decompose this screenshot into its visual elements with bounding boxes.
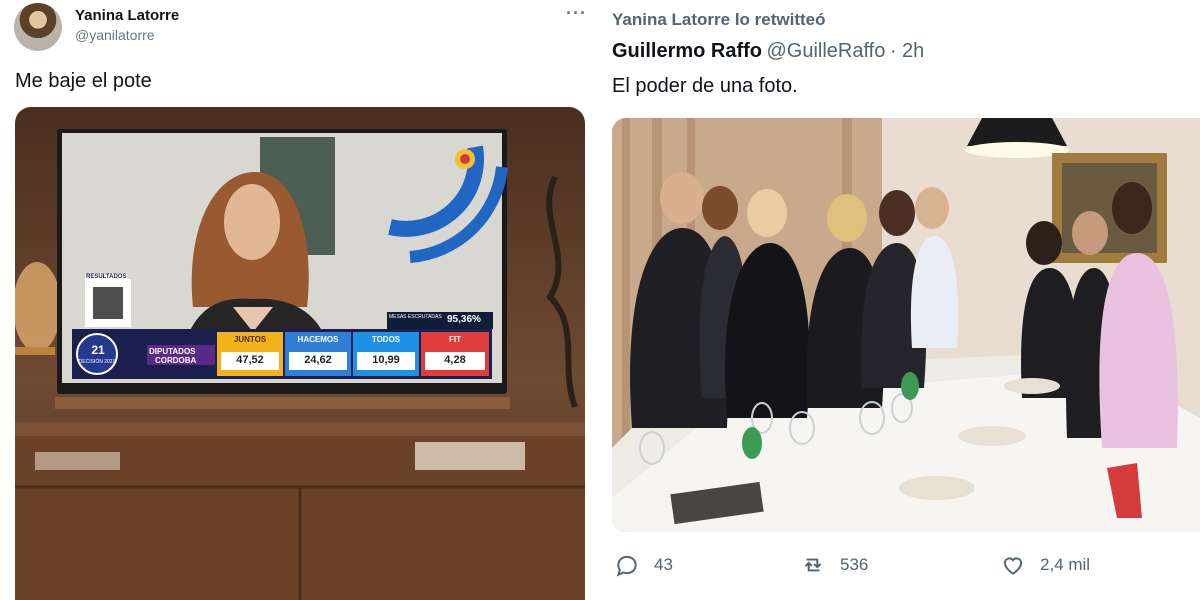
reply-action[interactable]: 43 bbox=[614, 552, 673, 578]
retweet-action[interactable]: 536 bbox=[800, 552, 868, 578]
tv-result-2-value: 24,62 bbox=[304, 354, 332, 366]
like-action[interactable]: 2,4 mil bbox=[1000, 552, 1090, 578]
dinner-photo-illustration bbox=[612, 118, 1200, 532]
tv-district-line2: CORDOBA bbox=[155, 356, 197, 365]
tv-result-4-label: FIT bbox=[449, 335, 461, 344]
tv-resultados-label: RESULTADOS bbox=[85, 274, 128, 280]
tv-result-4-value: 4,28 bbox=[444, 354, 466, 366]
tv-result-2-label: HACEMOS bbox=[297, 335, 339, 344]
tweet-left: Yanina Latorre @yanilatorre ··· Me baje … bbox=[0, 0, 600, 600]
author-name[interactable]: Guillermo Raffo bbox=[612, 40, 762, 62]
tweet-actions: 43 536 2,4 mil bbox=[600, 552, 1200, 586]
tv-result-3-label: TODOS bbox=[371, 335, 401, 344]
author-handle[interactable]: @yanilatorre bbox=[75, 27, 155, 43]
tv-mesas-label: MESAS ESCRUTADAS bbox=[389, 314, 442, 320]
heart-icon bbox=[1003, 557, 1023, 575]
tweet-text: Me baje el pote bbox=[15, 70, 152, 92]
tv-result-3-value: 10,99 bbox=[372, 354, 400, 366]
retweet-indicator[interactable]: Yanina Latorre lo retwitteó bbox=[612, 10, 826, 30]
tweet-photo-tv[interactable]: RESULTADOS 21 DECISIÓN 2021 DIPUTADOS CO… bbox=[15, 107, 585, 600]
tv-district-line1: DIPUTADOS bbox=[149, 347, 196, 356]
tv-eleccion-sub: DECISIÓN 2021 bbox=[78, 359, 116, 365]
tweet-text: El poder de una foto. bbox=[612, 75, 798, 97]
tweet-time[interactable]: 2h bbox=[902, 40, 924, 62]
retweet-count: 536 bbox=[840, 555, 869, 574]
more-options-icon[interactable]: ··· bbox=[566, 3, 587, 24]
dot-separator: · bbox=[889, 40, 903, 62]
reply-count: 43 bbox=[654, 555, 673, 574]
tv-result-1-value: 47,52 bbox=[236, 354, 264, 366]
tweet-right: Yanina Latorre lo retwitteó Guillermo Ra… bbox=[600, 0, 1200, 600]
author-avatar[interactable] bbox=[14, 3, 62, 51]
like-count: 2,4 mil bbox=[1040, 555, 1091, 574]
tweet-header: Guillermo Raffo @GuilleRaffo · 2h bbox=[612, 40, 924, 63]
tv-eleccion-year: 21 bbox=[91, 343, 105, 357]
retweet-icon bbox=[804, 558, 822, 572]
tweet-photo-dinner[interactable] bbox=[612, 118, 1200, 532]
tv-result-1-label: JUNTOS bbox=[233, 335, 267, 344]
reply-icon bbox=[616, 555, 637, 577]
author-handle[interactable]: @GuilleRaffo bbox=[766, 40, 885, 62]
author-name[interactable]: Yanina Latorre bbox=[75, 7, 179, 24]
tv-mesas-value: 95,36% bbox=[447, 314, 481, 325]
